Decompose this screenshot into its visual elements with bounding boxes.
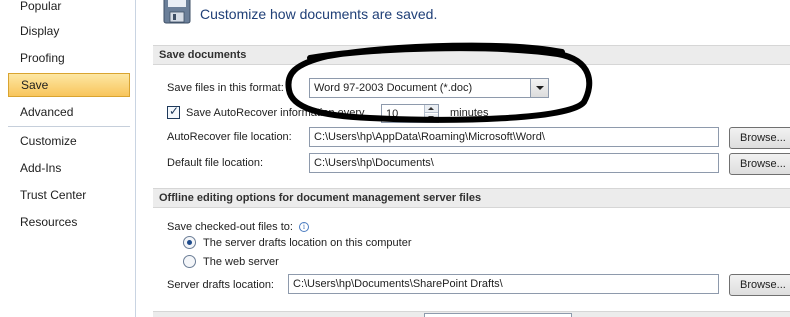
default-location-browse-button[interactable]: Browse... (729, 153, 790, 175)
sidebar-item-resources[interactable]: Resources (8, 210, 130, 234)
spin-down-icon[interactable] (425, 114, 438, 122)
autorecover-minutes-spinner[interactable]: 10 (381, 104, 439, 123)
sidebar-item-advanced[interactable]: Advanced (8, 100, 130, 124)
autorecover-browse-button[interactable]: Browse... (729, 127, 790, 149)
autorecover-location-field[interactable]: C:\Users\hp\AppData\Roaming\Microsoft\Wo… (309, 127, 719, 147)
autorecover-location-label: AutoRecover file location: (167, 131, 292, 143)
floppy-disk-icon (163, 0, 191, 24)
sidebar-item-proofing[interactable]: Proofing (8, 46, 130, 70)
autorecover-checkbox[interactable]: ✓ (167, 104, 180, 119)
sidebar-divider (8, 126, 130, 127)
minutes-label: minutes (450, 107, 489, 119)
sidebar-item-customize[interactable]: Customize (8, 129, 130, 153)
radio-server-drafts-label[interactable]: The server drafts location on this compu… (203, 237, 411, 249)
sidebar-item-save[interactable]: Save (8, 73, 130, 97)
save-format-dropdown[interactable]: Word 97-2003 Document (*.doc) (309, 78, 549, 98)
drafts-browse-button[interactable]: Browse... (729, 274, 790, 296)
options-sidebar: Popular Display Proofing Save Advanced C… (0, 0, 136, 317)
sidebar-item-trust-center[interactable]: Trust Center (8, 183, 130, 207)
radio-web-server-label[interactable]: The web server (203, 256, 279, 268)
section-save-documents: Save documents (153, 45, 790, 65)
partial-field (424, 313, 572, 317)
autorecover-label: Save AutoRecover information every (186, 107, 365, 119)
chevron-down-icon[interactable] (530, 79, 548, 97)
sidebar-item-display[interactable]: Display (8, 19, 130, 43)
default-location-label: Default file location: (167, 157, 263, 169)
format-label: Save files in this format: (167, 82, 284, 94)
drafts-location-field[interactable]: C:\Users\hp\Documents\SharePoint Drafts\ (288, 274, 719, 294)
info-icon: i (299, 222, 309, 232)
save-format-value: Word 97-2003 Document (*.doc) (314, 82, 473, 94)
sidebar-item-popular[interactable]: Popular (8, 0, 130, 18)
section-offline-editing: Offline editing options for document man… (153, 188, 790, 208)
drafts-location-label: Server drafts location: (167, 279, 274, 291)
radio-web-server[interactable] (183, 255, 196, 268)
sidebar-item-add-ins[interactable]: Add-Ins (8, 156, 130, 180)
autorecover-minutes-value: 10 (386, 108, 399, 120)
checked-out-label: Save checked-out files to: (167, 221, 293, 233)
default-location-field[interactable]: C:\Users\hp\Documents\ (309, 153, 719, 173)
checkmark-icon: ✓ (169, 104, 180, 118)
page-title: Customize how documents are saved. (200, 6, 438, 22)
spin-up-icon[interactable] (425, 105, 438, 113)
radio-server-drafts[interactable] (183, 236, 196, 249)
